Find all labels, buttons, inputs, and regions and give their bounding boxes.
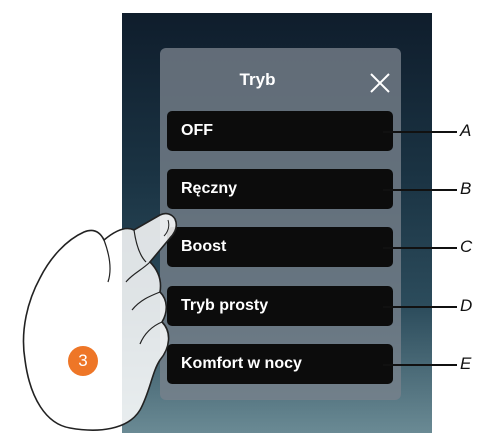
step-number-badge: 3 — [68, 346, 98, 376]
